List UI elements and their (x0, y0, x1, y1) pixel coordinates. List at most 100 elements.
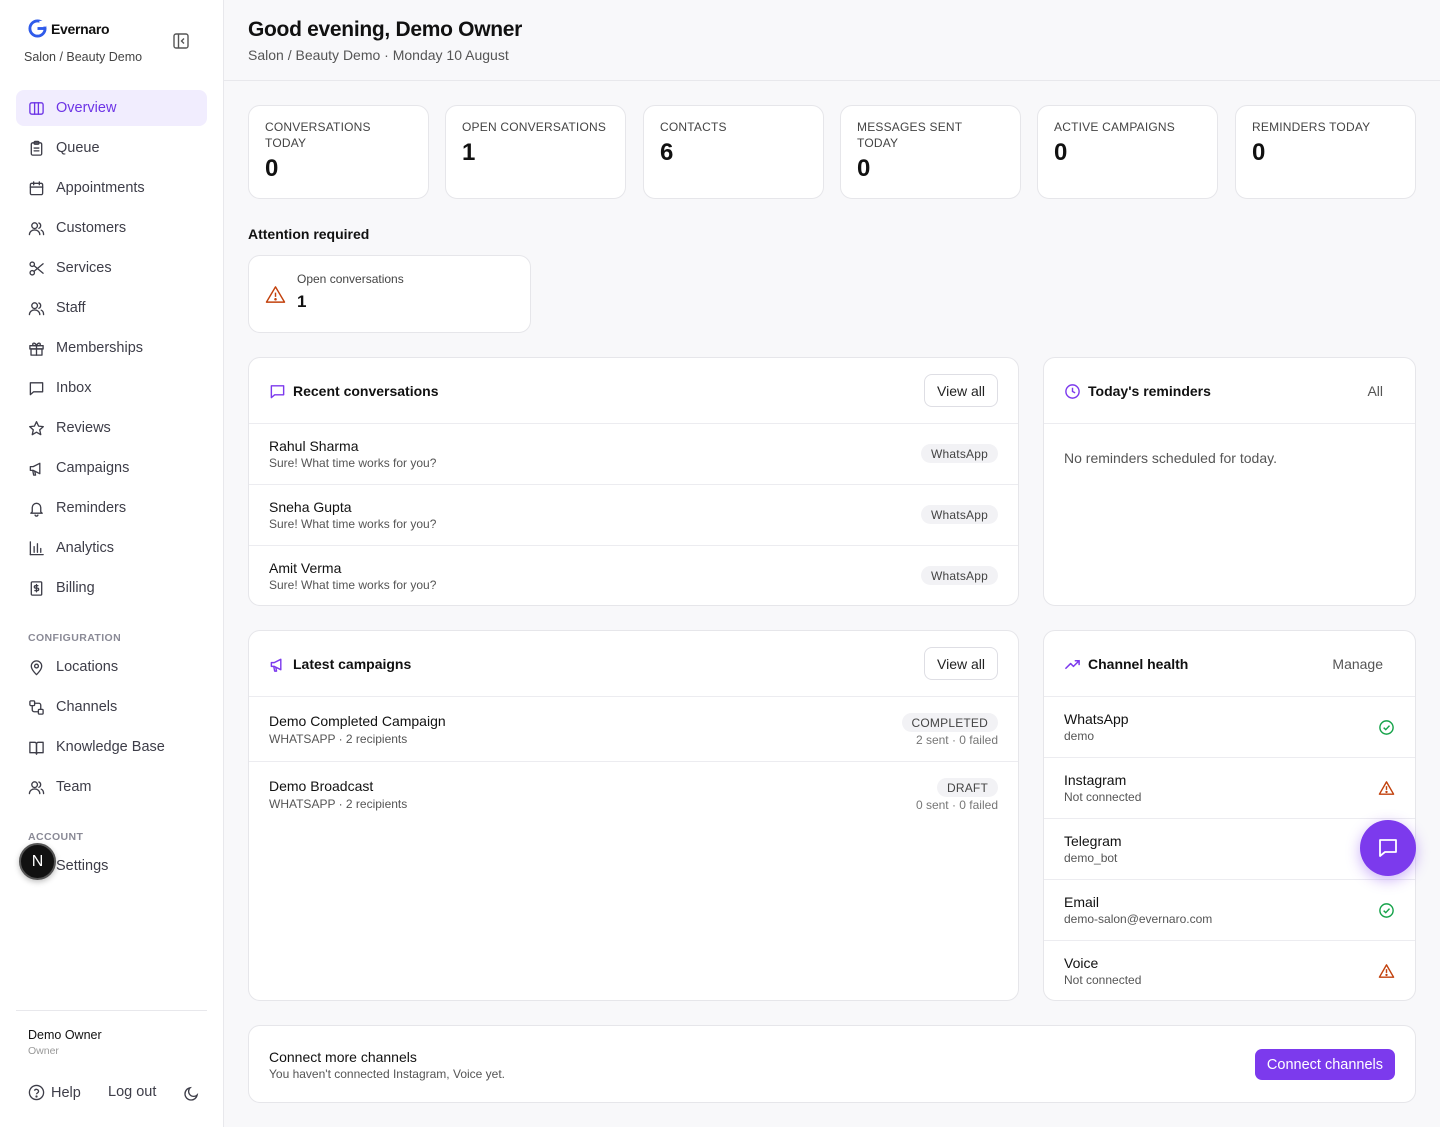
user-role: Owner (28, 1045, 59, 1057)
chat-bubble-icon (1379, 839, 1397, 857)
sidebar-item-label: Campaigns (56, 460, 130, 476)
reminders-header: Today's reminders All (1044, 358, 1415, 424)
conversation-preview: Sure! What time works for you? (269, 517, 437, 531)
check-circle-icon (1379, 903, 1394, 918)
channel-row[interactable]: Instagram Not connected (1044, 758, 1415, 819)
sidebar-item-locations[interactable]: Locations (16, 649, 207, 685)
conversations-view-all-button[interactable]: View all (924, 374, 998, 407)
message-square-icon (270, 385, 285, 399)
stat-label: REMINDERS TODAY (1252, 120, 1371, 134)
avatar[interactable]: N (19, 843, 56, 880)
channel-name: Voice (1064, 955, 1099, 971)
sidebar-item-customers[interactable]: Customers (16, 210, 207, 246)
sidebar-item-label: Queue (56, 140, 100, 156)
sidebar-divider (16, 1010, 207, 1011)
stat-label: ACTIVE CAMPAIGNS (1054, 120, 1175, 134)
sidebar-item-label: Team (56, 779, 92, 795)
attention-label: Open conversations (297, 272, 404, 286)
sidebar-item-campaigns[interactable]: Campaigns (16, 450, 207, 486)
brand[interactable]: Evernaro (28, 19, 110, 38)
conversation-list: Rahul Sharma Sure! What time works for yo… (249, 424, 1018, 605)
map-pin-icon (30, 659, 43, 675)
check-circle-icon (1379, 720, 1394, 735)
attention-card[interactable]: Open conversations 1 (248, 255, 531, 333)
sidebar-item-overview[interactable]: Overview (16, 90, 207, 126)
campaign-list: Demo Completed Campaign WHATSAPP · 2 reci… (249, 697, 1018, 827)
book-icon (29, 741, 44, 755)
channel-badge: WhatsApp (921, 444, 998, 463)
conversation-row[interactable]: Amit Verma Sure! What time works for you?… (249, 546, 1018, 605)
page-title: Good evening, Demo Owner (248, 18, 523, 41)
channel-detail: Not connected (1064, 790, 1142, 804)
connect-subtitle: You haven't connected Instagram, Voice y… (269, 1067, 506, 1081)
stat-value: 1 (462, 139, 476, 166)
campaign-detail: WHATSAPP · 2 recipients (269, 732, 408, 746)
stat-label: MESSAGES SENT TODAY (857, 120, 963, 150)
campaign-status-badge: COMPLETED (901, 713, 998, 732)
sidebar-item-memberships[interactable]: Memberships (16, 330, 207, 366)
chat-fab-button[interactable] (1360, 820, 1416, 876)
sidebar-item-reviews[interactable]: Reviews (16, 410, 207, 446)
campaign-row[interactable]: Demo Broadcast WHATSAPP · 2 recipients DRA… (249, 762, 1018, 827)
stat-card: CONTACTS 6 (643, 105, 824, 199)
campaign-stats: 0 sent · 0 failed (915, 798, 998, 812)
attention-title: Attention required (248, 226, 370, 242)
channels-manage-link[interactable]: Manage (1332, 656, 1383, 672)
sidebar-item-analytics[interactable]: Analytics (16, 530, 207, 566)
conversation-preview: Sure! What time works for you? (269, 578, 437, 592)
trending-up-icon (1065, 659, 1080, 670)
channel-row[interactable]: Voice Not connected (1044, 941, 1415, 1000)
connect-channels-card: Connect more channels You haven't connec… (248, 1025, 1416, 1103)
campaign-row[interactable]: Demo Completed Campaign WHATSAPP · 2 reci… (249, 697, 1018, 762)
clipboard-icon (30, 140, 43, 156)
connect-title: Connect more channels (269, 1049, 417, 1065)
page-subtitle: Salon / Beauty Demo · Monday 10 August (248, 47, 509, 63)
channel-row[interactable]: WhatsApp demo (1044, 697, 1415, 758)
reminders-all-link[interactable]: All (1367, 383, 1383, 399)
logout-link[interactable]: Log out (108, 1084, 156, 1100)
conversation-row[interactable]: Rahul Sharma Sure! What time works for yo… (249, 424, 1018, 485)
sidebar-item-label: Reminders (56, 500, 127, 516)
nav-section-configuration: CONFIGURATION (28, 632, 122, 644)
help-circle-icon (28, 1084, 45, 1101)
bell-icon (30, 502, 43, 517)
sidebar-item-queue[interactable]: Queue (16, 130, 207, 166)
channel-detail: Not connected (1064, 973, 1142, 987)
sidebar-item-inbox[interactable]: Inbox (16, 370, 207, 406)
sidebar-item-label: Inbox (56, 380, 92, 396)
sidebar: Evernaro Salon / Beauty Demo Overview Que… (0, 0, 224, 1127)
sidebar-item-label: Billing (56, 580, 95, 596)
sidebar-item-reminders[interactable]: Reminders (16, 490, 207, 526)
message-square-icon (29, 381, 44, 395)
attention-value: 1 (297, 292, 307, 311)
sidebar-item-knowledge-base[interactable]: Knowledge Base (16, 729, 207, 765)
evernaro-logo-icon (28, 19, 47, 38)
sidebar-collapse-icon[interactable] (172, 32, 190, 50)
stat-value: 0 (1252, 139, 1266, 166)
sidebar-item-label: Settings (56, 858, 109, 874)
sidebar-item-services[interactable]: Services (16, 250, 207, 286)
sidebar-item-label: Reviews (56, 420, 111, 436)
campaign-stats: 2 sent · 0 failed (915, 733, 998, 747)
conversation-row[interactable]: Sneha Gupta Sure! What time works for you… (249, 485, 1018, 546)
help-link[interactable]: Help (28, 1084, 81, 1101)
channel-detail: demo-salon@evernaro.com (1064, 912, 1213, 926)
sidebar-item-label: Appointments (56, 180, 145, 196)
channel-name: Instagram (1064, 772, 1127, 788)
brand-name: Evernaro (51, 20, 110, 37)
campaigns-view-all-button[interactable]: View all (924, 647, 998, 680)
campaign-detail: WHATSAPP · 2 recipients (269, 797, 408, 811)
theme-toggle-moon-icon[interactable] (183, 1085, 200, 1102)
campaign-status-badge: DRAFT (937, 778, 998, 797)
gift-icon (29, 341, 44, 356)
scissors-icon (29, 260, 44, 276)
sidebar-item-staff[interactable]: Staff (16, 290, 207, 326)
sidebar-item-appointments[interactable]: Appointments (16, 170, 207, 206)
sidebar-item-team[interactable]: Team (16, 769, 207, 805)
warning-triangle-icon (265, 286, 286, 303)
connect-channels-button[interactable]: Connect channels (1254, 1049, 1395, 1080)
sidebar-item-billing[interactable]: Billing (16, 570, 207, 606)
channel-row[interactable]: Email demo-salon@evernaro.com (1044, 880, 1415, 941)
sidebar-item-channels[interactable]: Channels (16, 689, 207, 725)
overview-icon (29, 101, 44, 115)
